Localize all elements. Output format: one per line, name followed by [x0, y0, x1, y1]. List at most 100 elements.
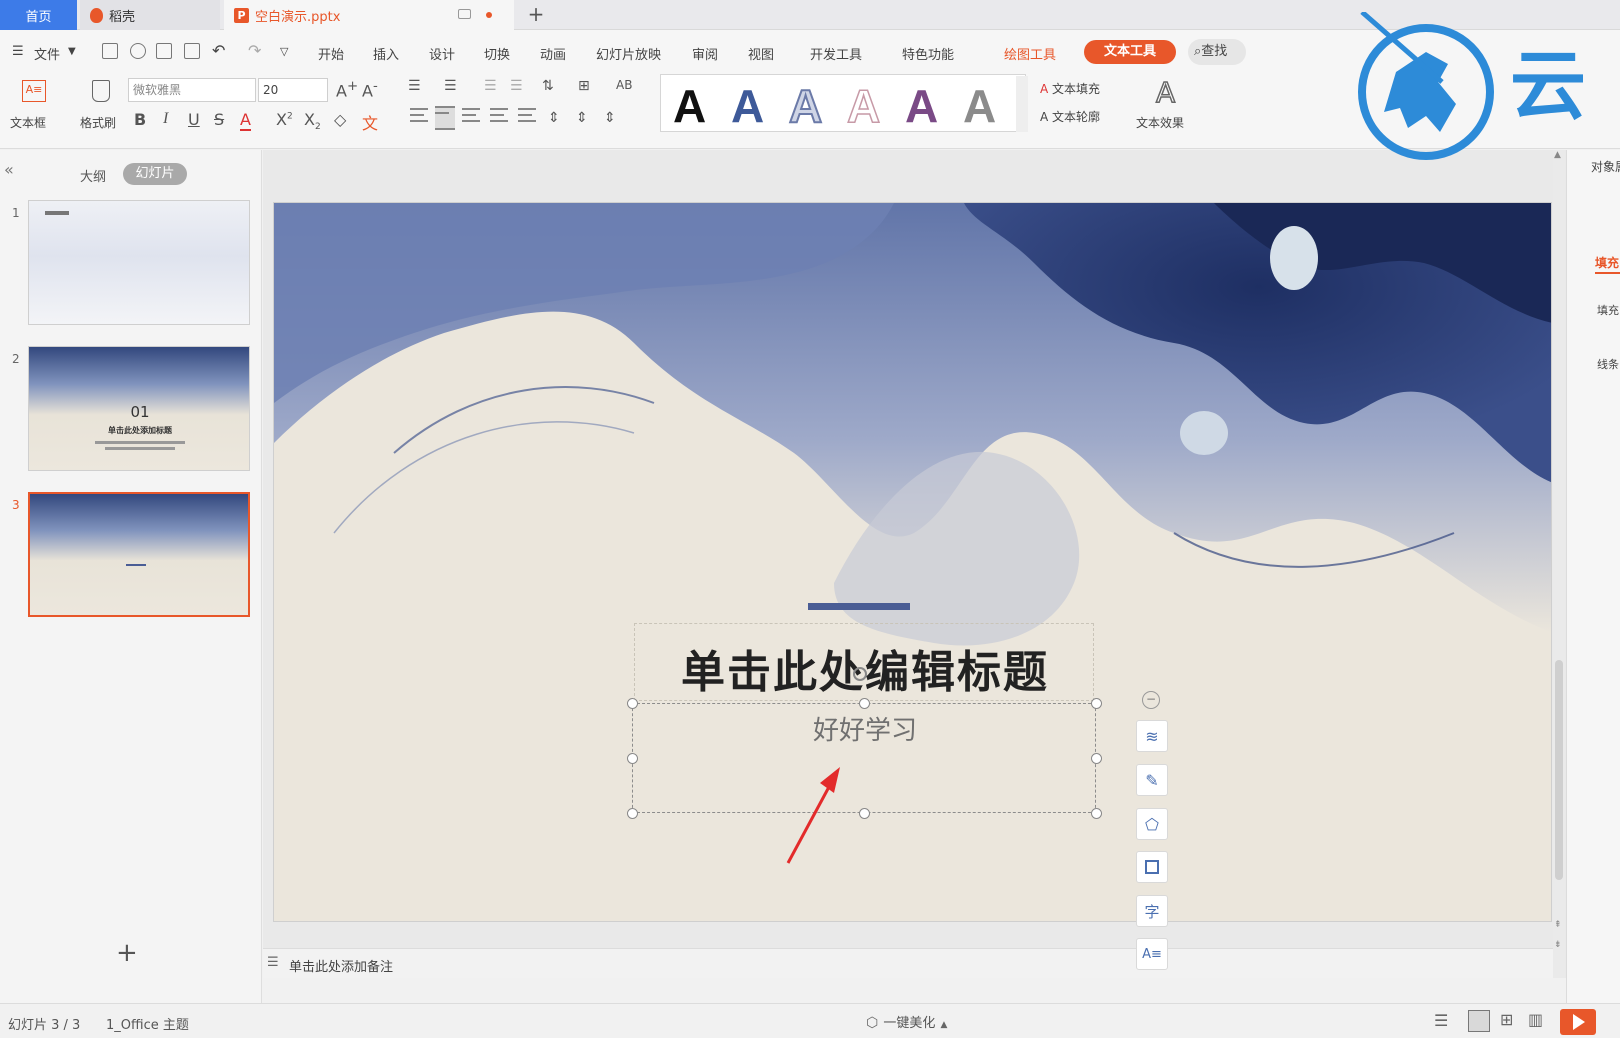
tab-slides[interactable]: 幻灯片: [123, 163, 187, 185]
resize-handle-w[interactable]: [627, 753, 638, 764]
property-fill-section[interactable]: 填充: [1597, 302, 1619, 318]
tab-outline[interactable]: 大纲: [80, 166, 106, 185]
menu-review[interactable]: 审阅: [692, 44, 718, 63]
outline-button[interactable]: [1136, 851, 1168, 883]
font-size-select[interactable]: 20: [258, 78, 328, 102]
justify-icon[interactable]: [490, 108, 508, 122]
text-effect-button[interactable]: A 文本效果: [1136, 75, 1202, 140]
menu-view[interactable]: 视图: [748, 44, 774, 63]
brush-style-button[interactable]: ✎: [1136, 764, 1168, 796]
menu-slideshow[interactable]: 幻灯片放映: [596, 44, 661, 63]
subscript-button[interactable]: X2: [304, 110, 321, 132]
menu-drawing-tools[interactable]: 绘图工具: [1004, 44, 1056, 63]
align-left-icon[interactable]: [410, 108, 428, 122]
font-button[interactable]: 字: [1136, 895, 1168, 927]
phonetic-icon[interactable]: 文: [362, 110, 378, 134]
menu-insert[interactable]: 插入: [373, 44, 399, 63]
tab-daoke[interactable]: 稻壳: [80, 0, 220, 30]
line-spacing-icon[interactable]: ⇕: [548, 110, 560, 126]
beautify-button[interactable]: ⬡ 一键美化 ▲: [866, 1012, 947, 1032]
property-line-section[interactable]: 线条: [1597, 356, 1619, 372]
resize-handle-n[interactable]: [859, 698, 870, 709]
italic-button[interactable]: I: [163, 110, 168, 128]
columns-icon[interactable]: ⊞: [578, 78, 590, 94]
tab-home[interactable]: 首页: [0, 0, 77, 30]
chevron-down-icon[interactable]: ▼: [68, 46, 76, 57]
text-style-outline-blue[interactable]: A: [788, 79, 823, 133]
property-fill-tab[interactable]: 填充: [1595, 254, 1619, 271]
share-icon[interactable]: [130, 43, 146, 59]
vertical-scrollbar[interactable]: ▲ ⇞ ⇟: [1553, 150, 1565, 978]
slide-thumbnail-3[interactable]: [28, 492, 250, 617]
search-button[interactable]: ⌕查找: [1188, 39, 1246, 65]
align-right-icon[interactable]: [462, 108, 480, 122]
bullet-list-icon[interactable]: ☰: [408, 78, 421, 94]
text-style-black[interactable]: A: [673, 79, 706, 133]
menu-design[interactable]: 设计: [429, 44, 455, 63]
bold-button[interactable]: B: [134, 110, 146, 129]
text-outline-button[interactable]: A 文本轮廓: [1040, 108, 1100, 125]
resize-handle-ne[interactable]: [1091, 698, 1102, 709]
collapse-float-icon[interactable]: −: [1142, 691, 1160, 709]
resize-handle-e[interactable]: [1091, 753, 1102, 764]
text-layout-button[interactable]: A≡: [1136, 938, 1168, 970]
font-name-select[interactable]: 微软雅黑: [128, 78, 256, 102]
resize-handle-nw[interactable]: [627, 698, 638, 709]
add-slide-button[interactable]: +: [116, 938, 138, 968]
scrollbar-thumb[interactable]: [1555, 660, 1563, 880]
decrease-font-icon[interactable]: A-: [362, 79, 378, 100]
text-direction-icon[interactable]: AB: [616, 78, 632, 92]
text-style-blue[interactable]: A: [731, 79, 764, 133]
menu-special[interactable]: 特色功能: [902, 44, 954, 63]
hamburger-icon[interactable]: ☰: [12, 44, 24, 59]
numbered-list-icon[interactable]: ☰: [444, 78, 457, 94]
paragraph-spacing-icon[interactable]: ⇕: [576, 110, 588, 126]
menu-developer[interactable]: 开发工具: [810, 44, 862, 63]
undo-icon[interactable]: ↶: [212, 41, 225, 60]
collapse-panel-icon[interactable]: «: [4, 160, 14, 179]
format-painter-button[interactable]: 格式刷: [78, 76, 124, 140]
superscript-button[interactable]: X2: [276, 110, 293, 129]
menu-home[interactable]: 开始: [318, 44, 344, 63]
clear-format-icon[interactable]: ◇: [334, 110, 346, 129]
text-fill-button[interactable]: A 文本填充: [1040, 80, 1100, 97]
resize-handle-sw[interactable]: [627, 808, 638, 819]
reading-view-icon[interactable]: ▥: [1528, 1010, 1543, 1029]
sort-icon[interactable]: ⇅: [542, 78, 554, 94]
textbox-button[interactable]: A≡ 文本框: [8, 76, 60, 140]
fill-button[interactable]: ⬠: [1136, 808, 1168, 840]
menu-file[interactable]: 文件: [34, 44, 60, 63]
resize-handle-se[interactable]: [1091, 808, 1102, 819]
distribute-icon[interactable]: [518, 108, 536, 122]
notes-toggle-icon[interactable]: ☰: [1434, 1011, 1448, 1030]
layers-button[interactable]: ≋: [1136, 720, 1168, 752]
monitor-icon[interactable]: [458, 9, 471, 19]
next-slide-icon[interactable]: ⇟: [1554, 940, 1562, 950]
print-preview-icon[interactable]: [184, 43, 200, 59]
slide-canvas[interactable]: 单击此处编辑标题 好好学习: [273, 202, 1552, 922]
text-style-purple[interactable]: A: [905, 79, 938, 133]
slide-thumbnail-1[interactable]: [28, 200, 250, 325]
slide-sorter-icon[interactable]: ⊞: [1500, 1010, 1513, 1029]
decrease-indent-icon[interactable]: ☰: [484, 78, 497, 94]
title-placeholder[interactable]: 单击此处编辑标题: [634, 623, 1094, 701]
increase-font-icon[interactable]: A+: [336, 79, 358, 100]
prev-slide-icon[interactable]: ⇞: [1554, 920, 1562, 930]
menu-text-tools[interactable]: 文本工具: [1084, 40, 1176, 64]
normal-view-icon[interactable]: [1468, 1010, 1490, 1032]
notes-bar[interactable]: ☰ 单击此处添加备注: [263, 948, 1553, 978]
rotate-handle[interactable]: [853, 667, 867, 681]
tab-document[interactable]: P 空白演示.pptx: [224, 0, 514, 30]
font-color-button[interactable]: A: [240, 110, 251, 131]
theme-name[interactable]: 1_Office 主题: [106, 1014, 189, 1033]
customize-icon[interactable]: ▽: [280, 45, 288, 58]
menu-animation[interactable]: 动画: [540, 44, 566, 63]
align-center-icon[interactable]: [435, 106, 455, 130]
text-style-gray[interactable]: A: [963, 79, 996, 133]
redo-icon[interactable]: ↷: [248, 41, 261, 60]
menu-transition[interactable]: 切换: [484, 44, 510, 63]
save-icon[interactable]: [102, 43, 118, 59]
print-icon[interactable]: [156, 43, 172, 59]
vertical-align-icon[interactable]: ⇕: [604, 110, 616, 126]
slide-thumbnail-2[interactable]: 01 单击此处添加标题: [28, 346, 250, 471]
